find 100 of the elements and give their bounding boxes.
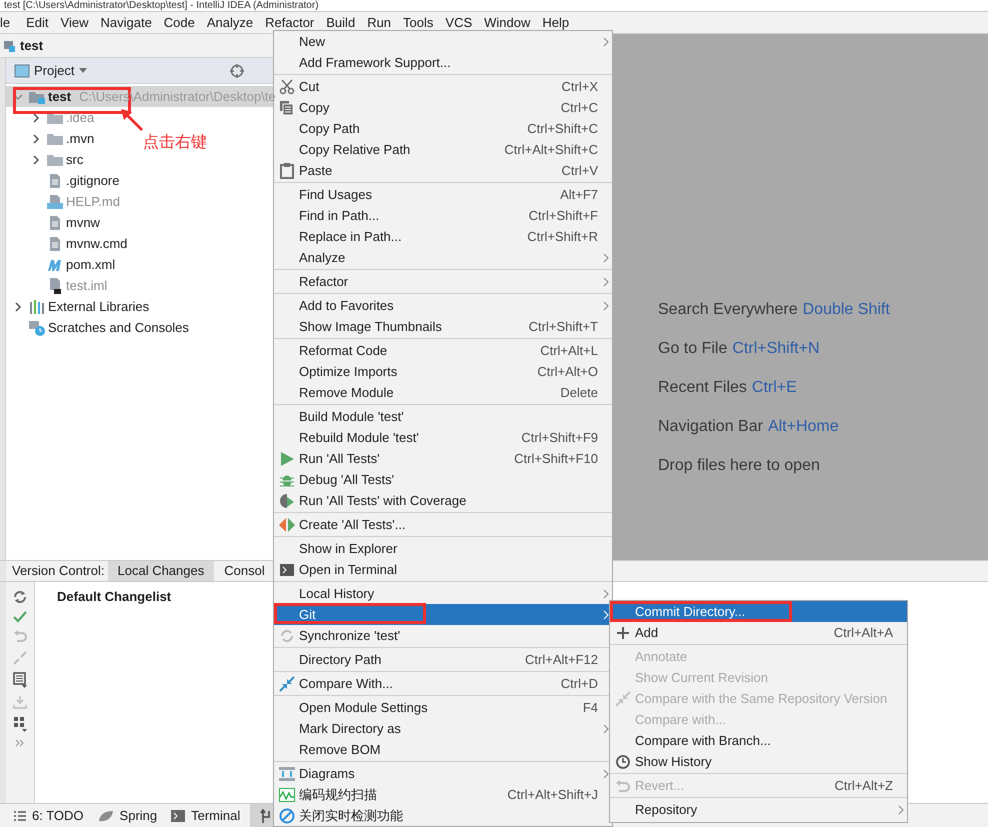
shortcut-text: Alt+F7 <box>560 186 599 204</box>
shortcut-text: Ctrl+X <box>562 78 599 96</box>
shortcut-text: Ctrl+Shift+F <box>528 206 599 225</box>
hint-text: Search Everywhere <box>658 300 798 320</box>
shortcut-text: Ctrl+Alt+Z <box>834 776 894 795</box>
panel-title[interactable]: Project <box>34 60 74 80</box>
menu-item[interactable]: Refactor <box>259 12 320 32</box>
tab[interactable]: Consol <box>214 561 275 581</box>
menu-item[interactable]: Build <box>320 12 362 32</box>
shortcut-text: Ctrl+Alt+Shift+J <box>507 786 599 804</box>
menu-item[interactable]: Rebuild Module 'test' Ctrl+Shift+F9 <box>274 427 612 448</box>
menu-item[interactable]: Mark Directory as <box>274 718 612 739</box>
menu-item[interactable]: Copy Relative Path Ctrl+Alt+Shift+C <box>274 139 612 160</box>
annotation-text: 点击右键 <box>143 132 207 153</box>
menu-item[interactable]: New <box>274 31 612 52</box>
changelist-title[interactable]: Default Changelist <box>57 589 172 604</box>
shortcut-text: Ctrl+Shift+F9 <box>521 428 599 447</box>
menu-item[interactable]: Replace in Path... Ctrl+Shift+R <box>274 226 612 247</box>
shortcut-text: Ctrl+Alt+L <box>540 342 599 360</box>
menu-item[interactable]: Remove Module Delete <box>274 382 612 403</box>
shortcut-text: Ctrl+Alt+A <box>834 624 894 642</box>
shortcut-text: Alt+Home <box>768 417 839 437</box>
menu-item[interactable]: Find Usages Alt+F7 <box>274 184 612 205</box>
menu-item[interactable]: Remove BOM <box>274 739 612 760</box>
hint-text: Drop files here to open <box>658 456 820 476</box>
menu-item[interactable]: Add Ctrl+Alt+A <box>610 622 907 643</box>
menu-item[interactable]: 关闭实时检测功能 <box>274 805 612 826</box>
menu-item[interactable]: Show in Explorer <box>274 538 612 559</box>
window-title: test [C:\Users\Administrator\Desktop\test] - IntelliJ IDEA (Administrator) <box>4 0 319 10</box>
menu-item[interactable]: Find in Path... Ctrl+Shift+F <box>274 205 612 226</box>
tab[interactable]: Local Changes <box>108 561 214 581</box>
menu-item[interactable]: Help <box>536 12 576 32</box>
menu-item[interactable]: Show History <box>610 751 907 772</box>
shortcut-text: Ctrl+C <box>560 98 599 117</box>
shortcut-text: Ctrl+Shift+N <box>732 339 820 359</box>
menu-item[interactable]: Add Framework Support... <box>274 52 612 73</box>
menu-item[interactable]: Edit <box>20 12 55 32</box>
shortcut-text: Ctrl+D <box>560 674 599 693</box>
menu-item[interactable]: View <box>54 12 94 32</box>
menu-item[interactable]: Paste Ctrl+V <box>274 160 612 181</box>
tool-window-tab[interactable]: Terminal <box>171 804 240 827</box>
menu-item[interactable]: Copy Path Ctrl+Shift+C <box>274 118 612 139</box>
menu-item[interactable]: Run <box>361 12 398 32</box>
shortcut-text: Ctrl+Alt+F12 <box>525 650 599 669</box>
menu-item[interactable]: VCS <box>439 12 478 32</box>
hint-text: Go to File <box>658 339 728 359</box>
shortcut-text: Ctrl+Shift+T <box>528 318 599 336</box>
tool-window-tab[interactable]: Spring <box>98 804 158 827</box>
tree-item[interactable]: mvnw <box>6 212 104 233</box>
menu-item[interactable]: Open Module Settings F4 <box>274 697 612 718</box>
tree-item[interactable]: Scratches and Consoles <box>6 317 193 338</box>
hint-text: Navigation Bar <box>658 417 763 437</box>
tree-item[interactable]: .mvn <box>6 128 98 149</box>
menu-item[interactable]: Run 'All Tests' with Coverage <box>274 490 612 511</box>
shortcut-text: F4 <box>582 698 599 717</box>
menu-item[interactable]: Analyze <box>200 12 260 32</box>
shortcut-text: Ctrl+Alt+O <box>537 362 599 381</box>
menu-item[interactable]: Open in Terminal <box>274 559 612 580</box>
menu-item[interactable]: Reformat Code Ctrl+Alt+L <box>274 340 612 361</box>
tree-item[interactable]: External Libraries <box>6 296 154 317</box>
shortcut-text: Ctrl+Shift+C <box>527 120 599 138</box>
shortcut-text: Double Shift <box>802 300 890 320</box>
shortcut-text: Ctrl+Shift+R <box>527 228 599 246</box>
hint-text: Recent Files <box>658 378 747 398</box>
menu-item[interactable]: Tools <box>397 12 440 32</box>
menu-item[interactable]: Diagrams <box>274 763 612 784</box>
menu-item[interactable]: Local History <box>274 583 612 604</box>
menu-item[interactable]: Navigate <box>94 12 158 32</box>
menu-item[interactable]: Create 'All Tests'... <box>274 514 612 535</box>
tool-window-tab[interactable]: 6: TODO <box>14 804 84 827</box>
menu-item[interactable]: Compare With... Ctrl+D <box>274 673 612 694</box>
shortcut-text: Ctrl+E <box>752 378 797 398</box>
menu-item[interactable]: Refactor <box>274 271 612 292</box>
menu-item[interactable]: Directory Path Ctrl+Alt+F12 <box>274 649 612 670</box>
menu-item[interactable]: Build Module 'test' <box>274 406 612 427</box>
menu-item[interactable]: Optimize Imports Ctrl+Alt+O <box>274 361 612 382</box>
tree-item[interactable]: pom.xml <box>6 254 120 275</box>
menu-item[interactable]: 编码规约扫描 Ctrl+Alt+Shift+J <box>274 784 612 805</box>
menu-item[interactable]: Synchronize 'test' <box>274 625 612 646</box>
tree-item[interactable]: mvnw.cmd <box>6 233 132 254</box>
menu-item[interactable]: Compare with Branch... <box>610 730 907 751</box>
menu-item[interactable]: Add to Favorites <box>274 295 612 316</box>
panel-label: Version Control: <box>11 562 106 580</box>
breadcrumb-item[interactable]: test <box>20 36 44 56</box>
menu-item[interactable]: Code <box>158 12 201 32</box>
menu-item[interactable]: Window <box>478 12 536 32</box>
shortcut-text: Ctrl+V <box>562 162 599 180</box>
menu-item[interactable]: Debug 'All Tests' <box>274 469 612 490</box>
tree-item[interactable]: .gitignore <box>6 170 124 191</box>
shortcut-text: Ctrl+Shift+F10 <box>514 450 599 468</box>
shortcut-text: Delete <box>560 384 599 402</box>
shortcut-text: Ctrl+Alt+Shift+C <box>504 140 599 159</box>
menu-item[interactable]: Run 'All Tests' Ctrl+Shift+F10 <box>274 448 612 469</box>
menu-item[interactable]: Cut Ctrl+X <box>274 76 612 97</box>
menu-item[interactable]: le <box>0 12 20 32</box>
menu-item[interactable]: Analyze <box>274 247 612 268</box>
menu-item[interactable]: Repository <box>610 799 907 820</box>
tree-item[interactable]: src <box>6 149 88 170</box>
menu-item[interactable]: Show Image Thumbnails Ctrl+Shift+T <box>274 316 612 337</box>
menu-item[interactable]: Copy Ctrl+C <box>274 97 612 118</box>
